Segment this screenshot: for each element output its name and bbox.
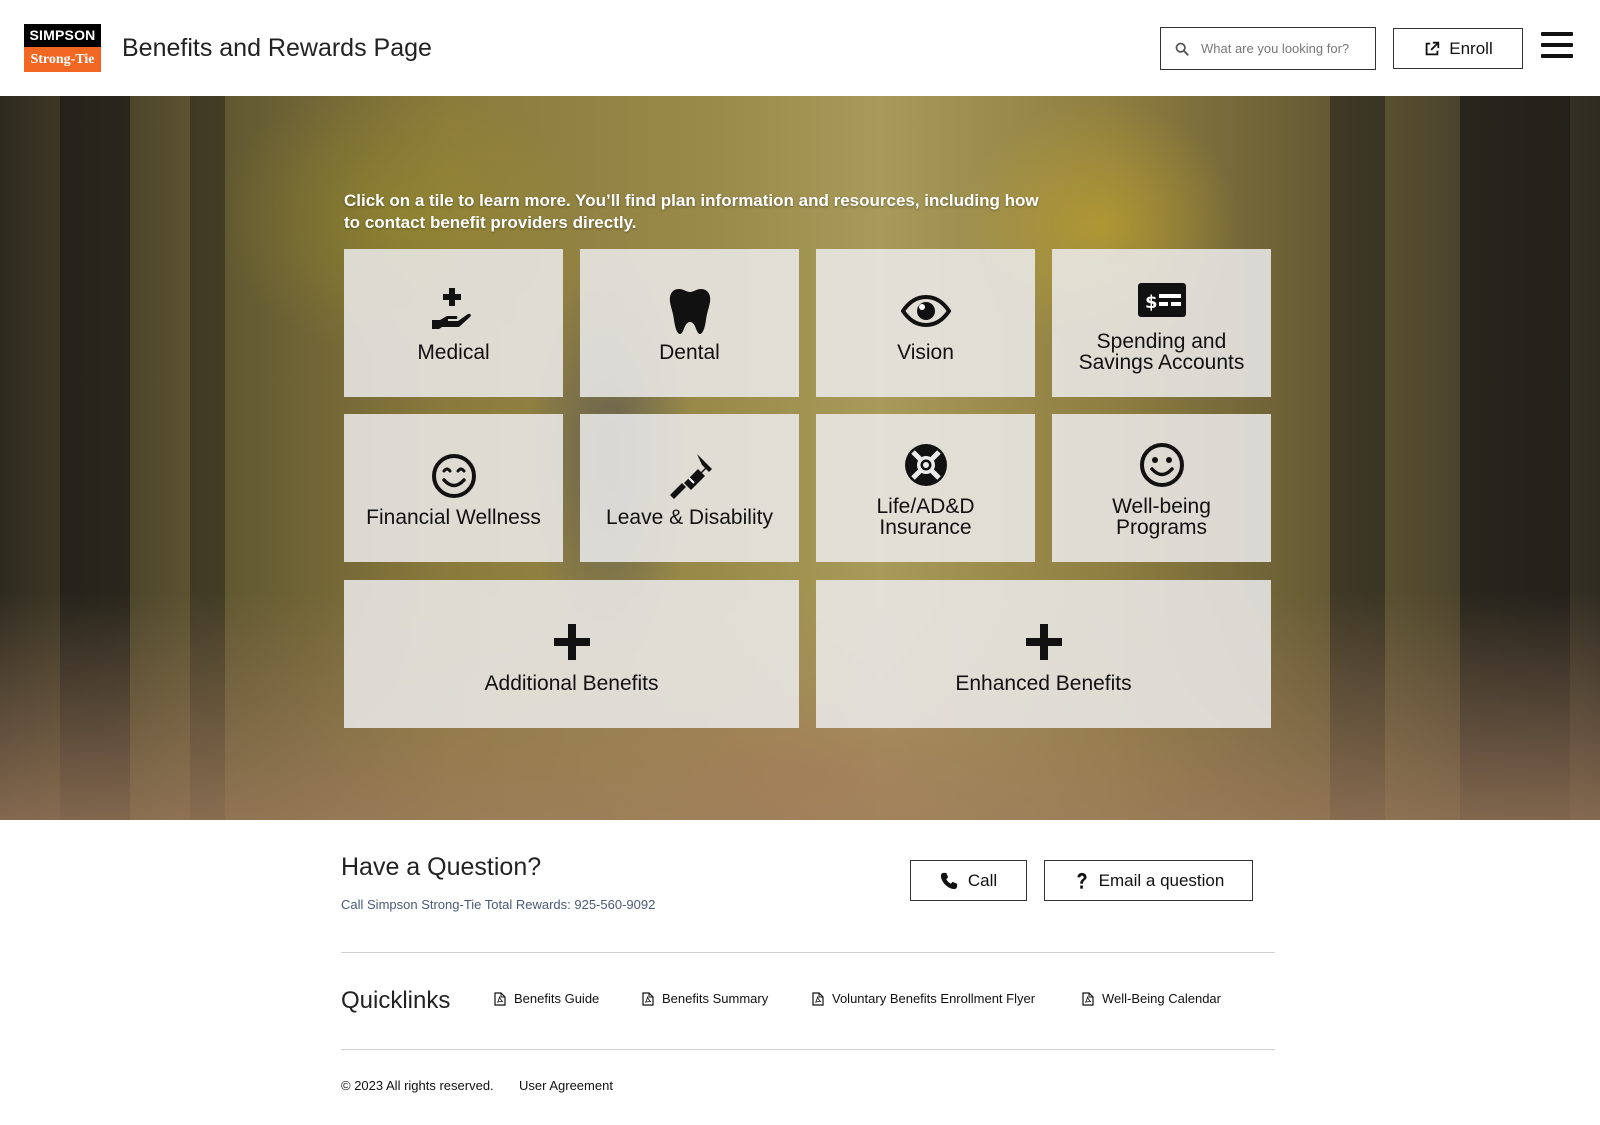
question-mark-icon xyxy=(1077,872,1087,889)
pdf-document-icon xyxy=(1082,991,1094,1006)
quicklink-label: Benefits Guide xyxy=(514,991,600,1006)
tile-additional-benefits[interactable]: Additional Benefits xyxy=(344,580,799,728)
quicklink-benefits-guide[interactable]: Benefits Guide xyxy=(494,991,599,1006)
logo-top-text: SIMPSON xyxy=(24,24,101,47)
quicklinks-heading: Quicklinks xyxy=(341,987,451,1014)
tile-label: Life/AD&D Insurance xyxy=(876,495,975,539)
money-check-icon: $ xyxy=(1135,273,1189,327)
enroll-button[interactable]: Enroll xyxy=(1393,28,1523,69)
eye-icon xyxy=(899,284,953,338)
smile-icon xyxy=(1135,438,1189,492)
pdf-document-icon xyxy=(642,991,654,1006)
pdf-document-icon xyxy=(494,991,506,1006)
quicklink-benefits-summary[interactable]: Benefits Summary xyxy=(642,991,768,1006)
call-label: Call xyxy=(967,870,998,890)
tile-spending-savings[interactable]: $ Spending and Savings Accounts xyxy=(1052,249,1271,397)
tile-well-being-programs[interactable]: Well-being Programs xyxy=(1052,414,1271,562)
call-button[interactable]: Call xyxy=(910,860,1027,901)
tile-label: Dental xyxy=(659,340,720,364)
tile-financial-wellness[interactable]: Financial Wellness xyxy=(344,414,563,562)
tile-enhanced-benefits[interactable]: Enhanced Benefits xyxy=(816,580,1271,728)
tile-label: Enhanced Benefits xyxy=(955,671,1132,695)
search-input[interactable] xyxy=(1201,41,1361,56)
background-ground xyxy=(0,590,1600,820)
quicklink-well-being-calendar[interactable]: Well-Being Calendar xyxy=(1082,991,1221,1006)
section-divider xyxy=(341,952,1275,953)
tile-leave-disability[interactable]: Leave & Disability xyxy=(580,414,799,562)
email-question-label: Email a question xyxy=(1098,870,1225,890)
phone-icon xyxy=(940,872,957,889)
smile-icon xyxy=(427,449,481,503)
quicklink-label: Benefits Summary xyxy=(662,991,769,1006)
tile-label: Well-being Programs xyxy=(1112,495,1211,539)
hamburger-menu-icon[interactable] xyxy=(1541,32,1573,62)
site-header: SIMPSON Strong-Tie Benefits and Rewards … xyxy=(0,0,1600,96)
tooth-icon xyxy=(663,284,717,338)
life-ring-icon xyxy=(899,438,953,492)
total-rewards-phone-text: Call Simpson Strong-Tie Total Rewards: 9… xyxy=(341,897,656,912)
tile-label: Leave & Disability xyxy=(606,505,773,529)
tile-label: Medical xyxy=(417,340,490,364)
page-title: Benefits and Rewards Page xyxy=(122,34,432,62)
logo-bottom-text: Strong-Tie xyxy=(24,47,101,72)
enroll-label: Enroll xyxy=(1449,38,1493,58)
search-box[interactable] xyxy=(1160,27,1376,70)
quicklink-label: Voluntary Benefits Enrollment Flyer xyxy=(832,991,1036,1006)
medical-hand-icon xyxy=(427,284,481,338)
tile-label: Vision xyxy=(897,340,954,364)
question-heading: Have a Question? xyxy=(341,853,542,881)
tile-label: Additional Benefits xyxy=(484,671,659,695)
plus-icon xyxy=(545,615,599,669)
hero-section: Click on a tile to learn more. You’ll fi… xyxy=(0,96,1600,820)
external-link-icon xyxy=(1425,41,1440,55)
tile-label: Spending and Savings Accounts xyxy=(1078,330,1245,374)
copyright-text: © 2023 All rights reserved. xyxy=(341,1078,494,1093)
tile-medical[interactable]: Medical xyxy=(344,249,563,397)
quicklink-label: Well-Being Calendar xyxy=(1102,991,1221,1006)
tile-vision[interactable]: Vision xyxy=(816,249,1035,397)
section-divider xyxy=(341,1049,1275,1050)
simpson-strong-tie-logo[interactable]: SIMPSON Strong-Tie xyxy=(24,24,101,72)
tile-label: Financial Wellness xyxy=(366,505,541,529)
search-icon xyxy=(1175,42,1189,56)
email-question-button[interactable]: Email a question xyxy=(1044,860,1253,901)
crutch-icon xyxy=(663,449,717,503)
intro-text: Click on a tile to learn more. You’ll fi… xyxy=(344,191,1039,232)
plus-icon xyxy=(1017,615,1071,669)
tile-life-add-insurance[interactable]: Life/AD&D Insurance xyxy=(816,414,1035,562)
quicklink-voluntary-benefits-flyer[interactable]: Voluntary Benefits Enrollment Flyer xyxy=(812,991,1035,1006)
svg-text:$: $ xyxy=(1145,292,1158,313)
pdf-document-icon xyxy=(812,991,824,1006)
tile-dental[interactable]: Dental xyxy=(580,249,799,397)
user-agreement-link[interactable]: User Agreement xyxy=(519,1078,613,1093)
